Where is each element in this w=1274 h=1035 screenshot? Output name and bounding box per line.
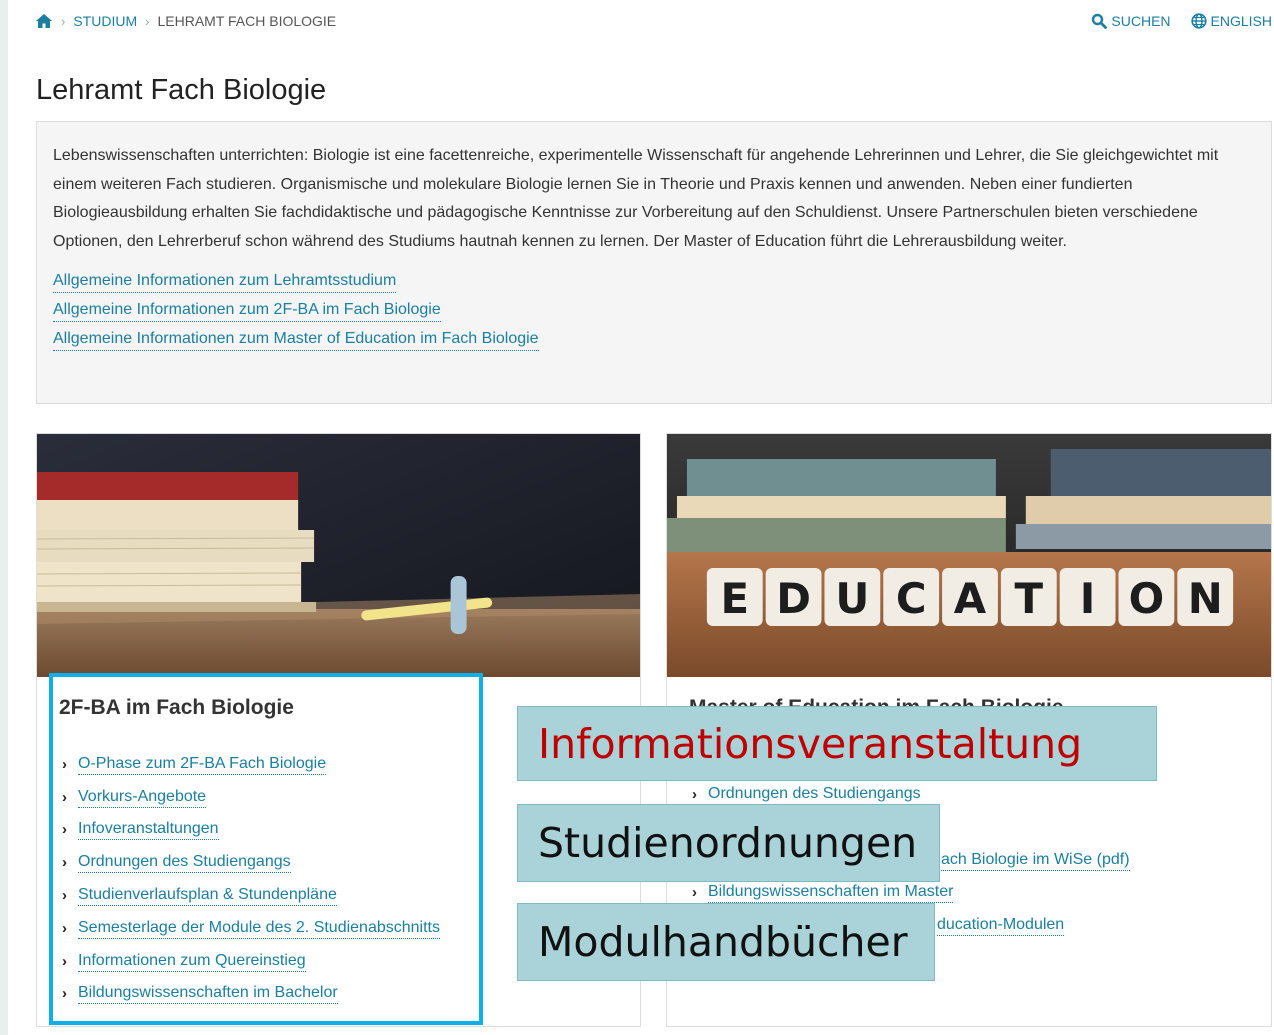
partial-link-wise: ach Biologie im WiSe (pdf) [941,844,1130,877]
link-education-modulen[interactable]: ducation-Modulen [937,915,1065,936]
intro-text: Lebenswissenschaften unterrichten: Biolo… [53,147,1219,250]
chevron-right-icon: › [692,883,697,901]
page-title: Lehramt Fach Biologie [36,74,327,106]
svg-text:C: C [896,574,927,623]
intro-link-2f-ba[interactable]: Allgemeine Informationen zum 2F-BA im Fa… [53,296,441,322]
svg-text:O: O [1129,574,1165,623]
intro-links: Allgemeine Informationen zum Lehramtsstu… [53,267,1255,353]
overlay-informationsveranstaltung: Informationsveranstaltung [517,706,1157,781]
header-tools: SUCHEN ENGLISH [1091,13,1272,29]
svg-text:T: T [1015,574,1044,623]
intro-link-master[interactable]: Allgemeine Informationen zum Master of E… [53,325,539,351]
partial-link-education-modules: ducation-Modulen [937,909,1065,942]
svg-text:E: E [720,574,749,623]
home-icon[interactable] [35,13,53,29]
globe-icon [1190,13,1207,29]
link-wise-pdf[interactable]: ach Biologie im WiSe (pdf) [941,850,1130,871]
link-bildungswissenschaften-master[interactable]: Bildungswissenschaften im Master [708,882,954,903]
books-chalk-image [37,434,640,677]
language-button[interactable]: ENGLISH [1190,13,1272,29]
svg-text:N: N [1188,574,1223,623]
breadcrumb-current: LEHRAMT FACH BIOLOGIE [157,13,337,29]
svg-text:I: I [1080,574,1096,623]
breadcrumb: › STUDIUM › LEHRAMT FACH BIOLOGIE [35,13,336,29]
chevron-right-icon: › [145,13,150,29]
search-label: SUCHEN [1111,13,1171,29]
education-blocks-image: E D U C A T I O N [667,434,1271,677]
link-ordnungen-master[interactable]: Ordnungen des Studiengangs [708,784,921,805]
overlay-modulhandbuecher: Modulhandbücher [517,903,935,981]
overlay-studienordnungen: Studienordnungen [517,804,940,882]
breadcrumb-studium[interactable]: STUDIUM [73,13,137,29]
language-label: ENGLISH [1210,13,1272,29]
search-icon [1092,13,1108,29]
svg-text:D: D [776,574,811,623]
chevron-right-icon: › [692,785,697,803]
intro-link-lehramt[interactable]: Allgemeine Informationen zum Lehramtsstu… [53,267,397,294]
top-bar: › STUDIUM › LEHRAMT FACH BIOLOGIE SUCHEN… [8,0,1274,46]
highlight-box [49,673,483,1025]
chevron-right-icon: › [61,13,66,29]
intro-box: Lebenswissenschaften unterrichten: Biolo… [36,121,1272,404]
search-button[interactable]: SUCHEN [1091,13,1171,29]
svg-text:U: U [835,574,869,623]
svg-text:A: A [954,574,987,623]
